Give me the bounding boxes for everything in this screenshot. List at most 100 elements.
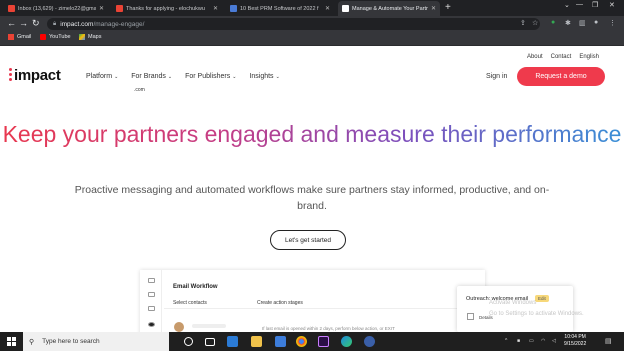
hero-headline: Keep your partners engaged and measure t…: [0, 119, 624, 149]
back-icon[interactable]: ←: [7, 18, 16, 28]
contact-link[interactable]: Contact: [551, 54, 572, 60]
search-icon: ⚲: [29, 338, 35, 346]
search-placeholder: Type here to search: [42, 338, 100, 345]
address-bar[interactable]: 🔒︎ impact.com /manage-engage/: [47, 18, 540, 30]
chevron-down-icon: ⌄: [167, 74, 173, 80]
notifications-icon[interactable]: ▤: [605, 337, 612, 345]
menu-icon[interactable]: ⋮: [609, 19, 616, 27]
windows-start-icon[interactable]: [7, 337, 16, 346]
mail-icon[interactable]: [275, 336, 286, 347]
nav-label: Insights: [249, 73, 274, 80]
tab-impact-active[interactable]: Manage & Automate Your Partne ✕: [338, 1, 440, 16]
close-icon[interactable]: ✕: [99, 5, 104, 12]
premiere-icon[interactable]: [318, 336, 329, 347]
nav-label: For Brands: [131, 73, 166, 80]
minimize-icon[interactable]: —: [576, 1, 583, 8]
store-icon[interactable]: [227, 336, 238, 347]
share-icon[interactable]: ⇪: [520, 19, 526, 27]
forward-icon[interactable]: →: [19, 18, 28, 28]
activate-windows-watermark: Activate Windows Go to Settings to activ…: [489, 298, 584, 320]
bookmark-maps[interactable]: Maps: [79, 34, 101, 40]
app-icon[interactable]: [364, 336, 375, 347]
headline-text: Keep your partners engaged and measure t…: [2, 121, 622, 147]
chevron-down-icon: ⌄: [275, 74, 280, 80]
volume-icon[interactable]: ◁: [552, 338, 556, 344]
lock-icon[interactable]: 🔒︎: [53, 21, 56, 28]
impact-logo[interactable]: impact .com: [8, 68, 145, 93]
nav-for-publishers[interactable]: For Publishers ⌄: [185, 73, 236, 80]
tray-chevron-icon[interactable]: ^: [505, 338, 507, 344]
main-nav: Platform ⌄ For Brands ⌄ For Publishers ⌄ In…: [86, 73, 280, 80]
top-links: About Contact English: [527, 54, 599, 60]
file-explorer-icon[interactable]: [251, 336, 262, 347]
hero-subheading: Proactive messaging and automated workfl…: [74, 184, 550, 212]
checkbox-icon: [467, 313, 474, 320]
battery-icon[interactable]: ▭: [529, 338, 534, 344]
circle-icon: [148, 322, 155, 327]
gmail-icon: [8, 5, 15, 12]
nav-insights[interactable]: Insights ⌄: [249, 73, 279, 80]
gmail-icon: [116, 5, 123, 12]
close-icon[interactable]: ✕: [325, 5, 330, 12]
window-close-icon[interactable]: ✕: [609, 1, 615, 9]
tray-app-icon[interactable]: ■: [517, 338, 520, 344]
new-tab-button[interactable]: +: [445, 2, 451, 13]
reload-icon[interactable]: ↻: [32, 18, 40, 29]
chevron-down-icon: ⌄: [114, 74, 119, 80]
taskbar-search[interactable]: ⚲ Type here to search: [23, 332, 169, 351]
about-link[interactable]: About: [527, 54, 543, 60]
gmail-icon: [8, 34, 14, 40]
youtube-icon: [40, 34, 46, 40]
chart-icon: [148, 306, 155, 311]
chevron-down-icon[interactable]: ⌄: [564, 1, 570, 9]
system-clock[interactable]: 10:04 PM 9/15/2022: [564, 334, 586, 348]
tab-gmail-thanks[interactable]: Thanks for applying - elochukwu ✕: [112, 1, 222, 16]
tab-gmail-inbox[interactable]: Inbox (13,629) - zimelo22@gma ✕: [4, 1, 108, 16]
chevron-down-icon: ⌄: [232, 74, 237, 80]
email-workflow-preview: Email Workflow Select contacts Create ac…: [140, 270, 485, 332]
nav-platform[interactable]: Platform ⌄: [86, 73, 118, 80]
bookmark-label: Maps: [88, 34, 102, 40]
tab-strip: Inbox (13,629) - zimelo22@gma ✕ Thanks f…: [0, 0, 624, 16]
restore-icon[interactable]: ❐: [592, 1, 598, 9]
close-icon[interactable]: ✕: [213, 5, 218, 12]
logo-suffix: .com: [134, 87, 145, 93]
watermark-line1: Activate Windows: [489, 300, 537, 306]
sidebar-icon[interactable]: ▥: [579, 19, 586, 27]
doc-icon: [230, 5, 237, 12]
divider: [164, 308, 464, 309]
preview-sidebar: [140, 270, 162, 332]
request-demo-button[interactable]: Request a demo: [517, 67, 605, 86]
extension-green-icon[interactable]: ●: [551, 19, 555, 26]
clock-time: 10:04 PM: [564, 334, 586, 340]
star-icon[interactable]: ☆: [532, 19, 538, 27]
chrome-icon[interactable]: [296, 336, 307, 347]
puzzle-icon[interactable]: ✱: [565, 19, 571, 27]
impact-favicon-icon: [342, 5, 349, 12]
maps-icon: [79, 34, 85, 40]
profile-icon[interactable]: ●: [594, 19, 598, 26]
bookmark-youtube[interactable]: YouTube: [40, 34, 71, 40]
watermark-line2: Go to Settings to activate Windows.: [489, 311, 584, 317]
tab-title: Manage & Automate Your Partne: [352, 5, 428, 12]
tab-prm-software[interactable]: 10 Best PRM Software of 2022 f ✕: [226, 1, 334, 16]
sign-in-link[interactable]: Sign in: [486, 73, 507, 80]
edge-icon[interactable]: [341, 336, 352, 347]
avatar: [174, 322, 184, 332]
nav-label: Platform: [86, 73, 113, 80]
get-started-button[interactable]: Let's get started: [270, 230, 346, 250]
list-icon: [148, 278, 155, 283]
wifi-icon[interactable]: ◠: [541, 338, 545, 344]
browser-toolbar: ← → ↻ 🔒︎ impact.com /manage-engage/ ⇪ ☆ …: [0, 16, 624, 32]
url-host: impact.com: [60, 20, 94, 28]
logo-mark-icon: [8, 68, 13, 82]
bookmark-label: Gmail: [17, 34, 32, 40]
workflow-title: Email Workflow: [173, 284, 218, 290]
cortana-icon[interactable]: [184, 337, 193, 346]
tab-title: 10 Best PRM Software of 2022 f: [240, 5, 319, 12]
nav-for-brands[interactable]: For Brands ⌄: [131, 73, 172, 80]
task-view-icon[interactable]: [205, 338, 215, 346]
bookmark-gmail[interactable]: Gmail: [8, 34, 31, 40]
close-icon[interactable]: ✕: [431, 5, 436, 12]
language-selector[interactable]: English: [579, 54, 599, 60]
